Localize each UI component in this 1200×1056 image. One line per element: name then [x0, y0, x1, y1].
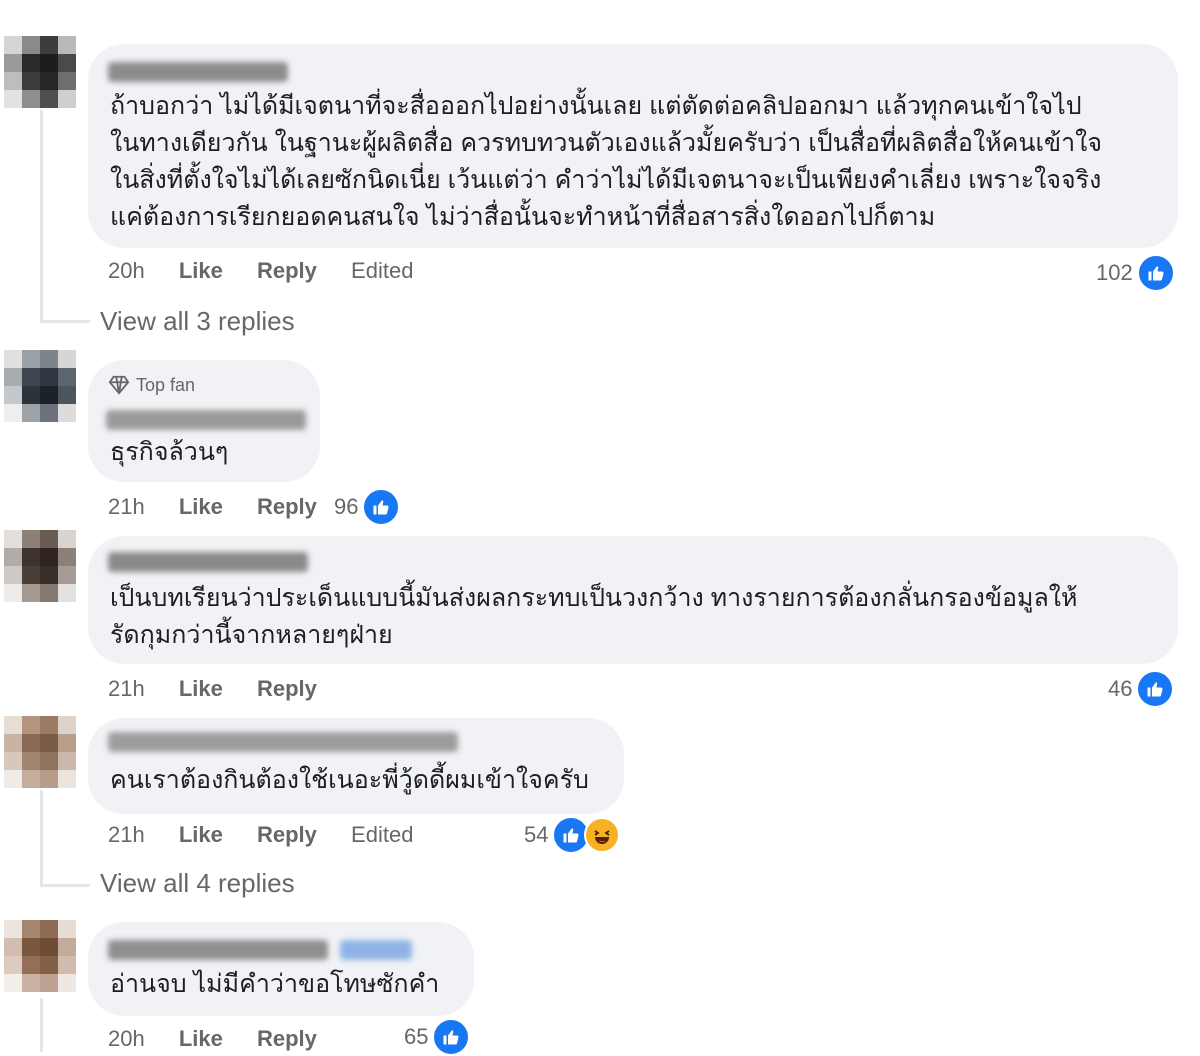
edited-label: Edited — [351, 258, 414, 283]
reply-button[interactable]: Reply — [257, 1026, 317, 1051]
avatar[interactable] — [4, 716, 78, 790]
comment-text: คนเราต้องกินต้องใช้เนอะพี่วู้ดดี้ผมเข้าใ… — [110, 766, 589, 794]
reaction-count[interactable]: 102 — [1096, 254, 1175, 292]
timestamp[interactable]: 21h — [108, 822, 145, 847]
haha-icon — [584, 817, 621, 853]
comment-actions: 20h Like Reply Edited — [108, 258, 441, 284]
comment-actions: 21h Like Reply — [108, 676, 345, 702]
diamond-icon — [108, 375, 130, 395]
thread-line — [40, 790, 43, 885]
reaction-count[interactable]: 65 — [404, 1018, 471, 1056]
view-replies-link[interactable]: View all 4 replies — [100, 868, 295, 899]
like-icon — [432, 1018, 471, 1056]
reaction-number: 46 — [1108, 676, 1133, 701]
comment-text: ถ้าบอกว่า ไม่ได้มีเจตนาที่จะสื่อออกไปอย่… — [110, 92, 1102, 231]
thread-connector — [40, 320, 90, 323]
thread-connector — [40, 884, 90, 887]
reaction-number: 96 — [334, 494, 359, 519]
follow-button[interactable] — [340, 940, 412, 960]
comment-text: อ่านจบ ไม่มีคำว่าขอโทษซักคำ — [110, 970, 440, 998]
like-icon — [1136, 670, 1175, 708]
timestamp[interactable]: 20h — [108, 1026, 145, 1051]
commenter-name[interactable] — [108, 940, 328, 960]
like-icon — [1136, 254, 1175, 292]
timestamp[interactable]: 20h — [108, 258, 145, 283]
timestamp[interactable]: 21h — [108, 494, 145, 519]
comment-actions: 21h Like Reply — [108, 494, 345, 520]
reaction-number: 65 — [404, 1024, 429, 1049]
reply-button[interactable]: Reply — [257, 494, 317, 519]
avatar[interactable] — [4, 530, 78, 604]
edited-label: Edited — [351, 822, 414, 847]
reaction-count[interactable]: 54 — [524, 816, 621, 854]
top-fan-badge: Top fan — [108, 374, 195, 396]
like-button[interactable]: Like — [179, 676, 223, 701]
thread-line — [40, 110, 43, 322]
comment-actions: 20h Like Reply — [108, 1026, 345, 1052]
commenter-name[interactable] — [106, 410, 306, 430]
commenter-name[interactable] — [108, 732, 458, 752]
comment-bubble: อ่านจบ ไม่มีคำว่าขอโทษซักคำ — [88, 922, 474, 1016]
reply-button[interactable]: Reply — [257, 822, 317, 847]
comment-text: เป็นบทเรียนว่าประเด็นแบบนี้มันส่งผลกระทบ… — [110, 584, 1078, 649]
comment-bubble: ถ้าบอกว่า ไม่ได้มีเจตนาที่จะสื่อออกไปอย่… — [88, 44, 1178, 248]
view-replies-link[interactable]: View all 3 replies — [100, 306, 295, 337]
comment-text: ธุรกิจล้วนๆ — [110, 438, 229, 466]
reaction-number: 54 — [524, 822, 549, 847]
avatar[interactable] — [4, 350, 78, 424]
reaction-count[interactable]: 46 — [1108, 670, 1175, 708]
comment-bubble: คนเราต้องกินต้องใช้เนอะพี่วู้ดดี้ผมเข้าใ… — [88, 718, 624, 814]
avatar[interactable] — [4, 920, 78, 994]
comment-actions: 21h Like Reply Edited — [108, 822, 441, 848]
avatar[interactable] — [4, 36, 78, 110]
commenter-name[interactable] — [108, 62, 288, 82]
commenter-name[interactable] — [108, 552, 308, 572]
reply-button[interactable]: Reply — [257, 258, 317, 283]
reply-button[interactable]: Reply — [257, 676, 317, 701]
like-button[interactable]: Like — [179, 1026, 223, 1051]
comment-bubble: Top fan ธุรกิจล้วนๆ — [88, 360, 320, 482]
thread-line — [40, 998, 43, 1052]
like-icon — [362, 488, 401, 526]
like-button[interactable]: Like — [179, 494, 223, 519]
like-button[interactable]: Like — [179, 822, 223, 847]
timestamp[interactable]: 21h — [108, 676, 145, 701]
reaction-count[interactable]: 96 — [334, 488, 401, 526]
comment-bubble: เป็นบทเรียนว่าประเด็นแบบนี้มันส่งผลกระทบ… — [88, 536, 1178, 664]
reaction-number: 102 — [1096, 260, 1133, 285]
like-button[interactable]: Like — [179, 258, 223, 283]
